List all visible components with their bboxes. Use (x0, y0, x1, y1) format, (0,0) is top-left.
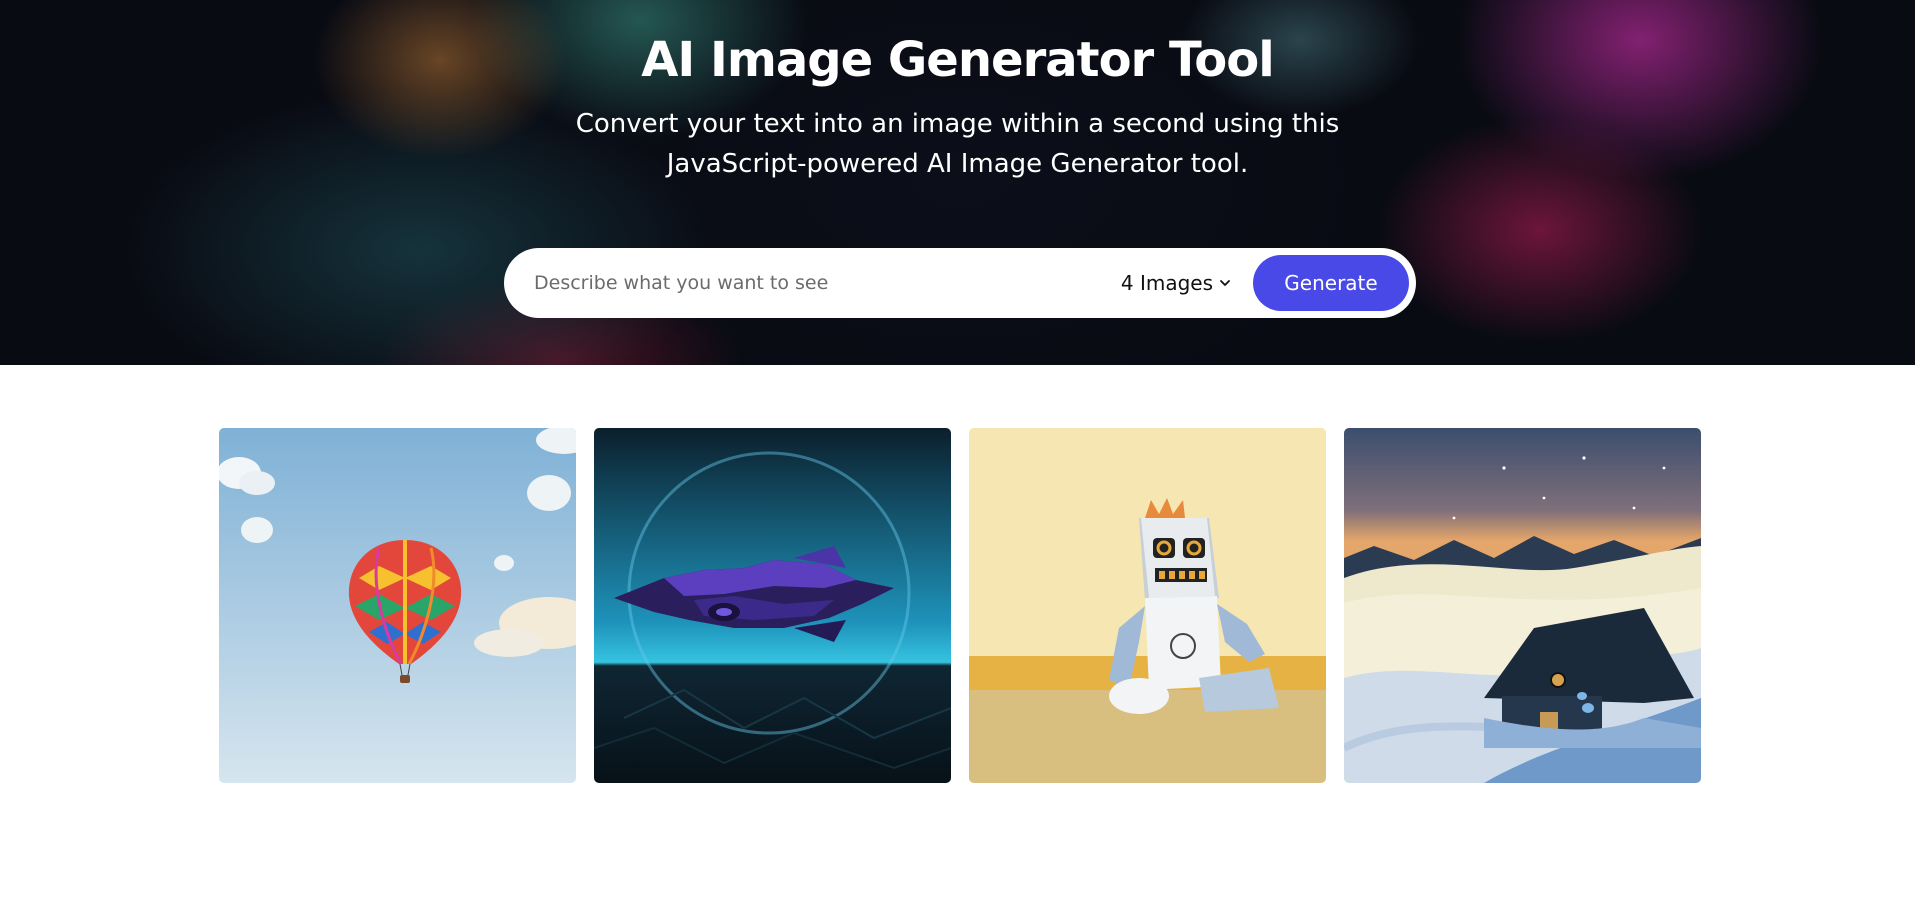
hero-banner: AI Image Generator Tool Convert your tex… (0, 0, 1915, 365)
image-count-select[interactable]: 4 Images (1121, 271, 1231, 295)
image-gallery (219, 428, 1701, 783)
image-count-value: 4 Images (1120, 271, 1213, 295)
generated-image-robot[interactable] (969, 428, 1326, 783)
generated-image-cabin[interactable] (1344, 428, 1701, 783)
cabin-image (1344, 428, 1701, 783)
prompt-input[interactable] (532, 252, 1121, 314)
subtitle-line-2: JavaScript-powered AI Image Generator to… (666, 149, 1249, 179)
generated-image-balloon[interactable] (219, 428, 576, 783)
page-title: AI Image Generator Tool (641, 32, 1274, 88)
chevron-down-icon (1220, 280, 1230, 286)
robot-image (969, 428, 1326, 783)
hero-content: AI Image Generator Tool Convert your tex… (0, 0, 1915, 184)
balloon-image (219, 428, 576, 783)
generate-form: 4 Images Generate (504, 248, 1416, 318)
generated-image-spaceship[interactable] (594, 428, 951, 783)
subtitle-line-1: Convert your text into an image within a… (575, 109, 1340, 139)
spaceship-image (594, 428, 951, 783)
generate-button[interactable]: Generate (1253, 255, 1409, 311)
page-subtitle: Convert your text into an image within a… (548, 104, 1368, 184)
